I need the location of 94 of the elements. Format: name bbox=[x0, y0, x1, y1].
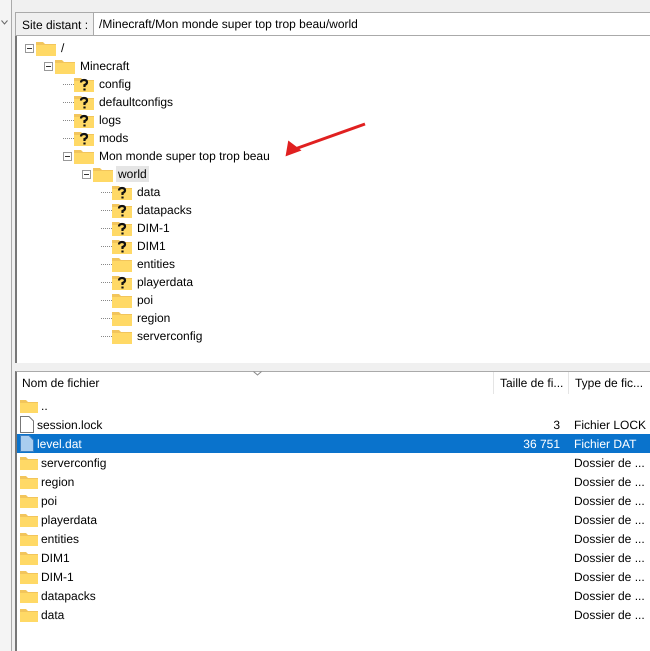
file-type: Fichier LOCK bbox=[573, 418, 648, 432]
file-name: session.lock bbox=[37, 418, 102, 432]
file-row[interactable]: level.dat 36 751 Fichier DAT bbox=[17, 434, 650, 453]
file-name: poi bbox=[41, 494, 58, 508]
file-row[interactable]: playerdata Dossier de ... bbox=[17, 510, 650, 529]
file-name: datapacks bbox=[41, 588, 96, 602]
tree-item[interactable]: datapacks bbox=[135, 202, 194, 218]
file-name: playerdata bbox=[41, 512, 98, 526]
tree-item[interactable]: config bbox=[97, 76, 134, 92]
folder-icon bbox=[74, 148, 94, 164]
folder-icon bbox=[20, 570, 38, 584]
tree-item[interactable]: playerdata bbox=[135, 274, 196, 290]
tree-item[interactable]: entities bbox=[135, 256, 178, 272]
tree-item[interactable]: mods bbox=[97, 130, 130, 146]
collapse-icon[interactable] bbox=[82, 170, 91, 178]
unknown-folder-icon bbox=[112, 274, 132, 290]
unknown-folder-icon bbox=[74, 130, 94, 146]
file-type: Dossier de ... bbox=[573, 532, 646, 546]
unknown-folder-icon bbox=[112, 220, 132, 236]
collapse-icon[interactable] bbox=[44, 62, 53, 70]
folder-icon bbox=[20, 474, 38, 488]
unknown-folder-icon bbox=[112, 184, 132, 200]
file-type: Dossier de ... bbox=[573, 456, 646, 470]
tree-item[interactable]: Minecraft bbox=[78, 58, 132, 74]
folder-icon bbox=[55, 58, 75, 74]
file-type: Dossier de ... bbox=[573, 512, 646, 526]
folder-icon bbox=[20, 512, 38, 526]
folder-icon bbox=[112, 310, 132, 326]
folder-icon bbox=[93, 166, 113, 182]
chevron-icon bbox=[1, 20, 8, 25]
file-name: .. bbox=[41, 398, 48, 412]
collapse-icon[interactable] bbox=[63, 152, 72, 160]
file-name: serverconfig bbox=[41, 456, 106, 470]
folder-icon bbox=[112, 256, 132, 272]
unknown-folder-icon bbox=[112, 238, 132, 254]
path-field[interactable]: /Minecraft/Mon monde super top trop beau/world bbox=[93, 12, 650, 36]
file-type: Dossier de ... bbox=[573, 570, 646, 584]
file-type: Dossier de ... bbox=[573, 588, 646, 602]
file-name: DIM1 bbox=[41, 550, 70, 564]
tree-item[interactable]: serverconfig bbox=[135, 328, 204, 344]
column-header[interactable]: Type de fic... bbox=[568, 372, 650, 394]
folder-icon bbox=[36, 40, 56, 56]
tree-item[interactable]: Mon monde super top trop beau bbox=[97, 148, 272, 164]
remote-site-label: Site distant : bbox=[15, 12, 94, 36]
folder-icon bbox=[20, 398, 38, 412]
collapse-icon[interactable] bbox=[25, 44, 34, 52]
file-type: Fichier DAT bbox=[573, 436, 638, 450]
column-header[interactable]: Nom de fichier bbox=[17, 372, 493, 394]
column-header[interactable]: Taille de fi... bbox=[493, 372, 568, 394]
folder-icon bbox=[20, 456, 38, 470]
unknown-folder-icon bbox=[74, 94, 94, 110]
folder-icon bbox=[20, 588, 38, 602]
file-name: DIM-1 bbox=[41, 570, 74, 584]
file-name: entities bbox=[41, 532, 80, 546]
folder-icon bbox=[20, 550, 38, 564]
file-row[interactable]: session.lock 3 Fichier LOCK bbox=[17, 415, 650, 434]
tree-item[interactable]: DIM1 bbox=[135, 238, 168, 254]
unknown-folder-icon bbox=[112, 202, 132, 218]
file-size: 3 bbox=[552, 418, 561, 432]
folder-icon bbox=[20, 494, 38, 508]
folder-icon bbox=[20, 608, 38, 622]
unknown-folder-icon bbox=[74, 76, 94, 92]
tree-item[interactable]: region bbox=[135, 310, 172, 326]
tree-item[interactable]: defaultconfigs bbox=[97, 94, 176, 110]
file-size: 36 751 bbox=[522, 436, 561, 450]
file-row[interactable]: datapacks Dossier de ... bbox=[17, 586, 650, 605]
file-type: Dossier de ... bbox=[573, 474, 646, 488]
file-row[interactable]: poi Dossier de ... bbox=[17, 491, 650, 510]
file-row[interactable]: serverconfig Dossier de ... bbox=[17, 453, 650, 472]
file-name: region bbox=[41, 474, 74, 488]
file-name: data bbox=[41, 608, 64, 622]
file-row[interactable]: data Dossier de ... bbox=[17, 605, 650, 624]
folder-icon bbox=[112, 328, 132, 344]
tree-item[interactable]: poi bbox=[135, 292, 156, 308]
file-row[interactable]: region Dossier de ... bbox=[17, 472, 650, 491]
folder-icon bbox=[112, 292, 132, 308]
folder-icon bbox=[20, 532, 38, 546]
file-icon bbox=[20, 416, 34, 433]
tree-item[interactable]: logs bbox=[97, 112, 124, 128]
file-type: Dossier de ... bbox=[573, 608, 646, 622]
sort-caret-icon bbox=[253, 371, 262, 376]
unknown-folder-icon bbox=[74, 112, 94, 128]
file-row[interactable]: DIM-1 Dossier de ... bbox=[17, 567, 650, 586]
tree-item[interactable]: / bbox=[59, 40, 66, 56]
file-row[interactable]: .. bbox=[17, 396, 650, 415]
tree-item[interactable]: data bbox=[135, 184, 162, 200]
file-icon bbox=[20, 435, 34, 452]
file-row[interactable]: entities Dossier de ... bbox=[17, 529, 650, 548]
file-row[interactable]: DIM1 Dossier de ... bbox=[17, 548, 650, 567]
tree-item[interactable]: world bbox=[116, 166, 149, 182]
file-type: Dossier de ... bbox=[573, 494, 646, 508]
file-name: level.dat bbox=[37, 436, 82, 450]
tree-item[interactable]: DIM-1 bbox=[135, 220, 172, 236]
file-type: Dossier de ... bbox=[573, 550, 646, 564]
